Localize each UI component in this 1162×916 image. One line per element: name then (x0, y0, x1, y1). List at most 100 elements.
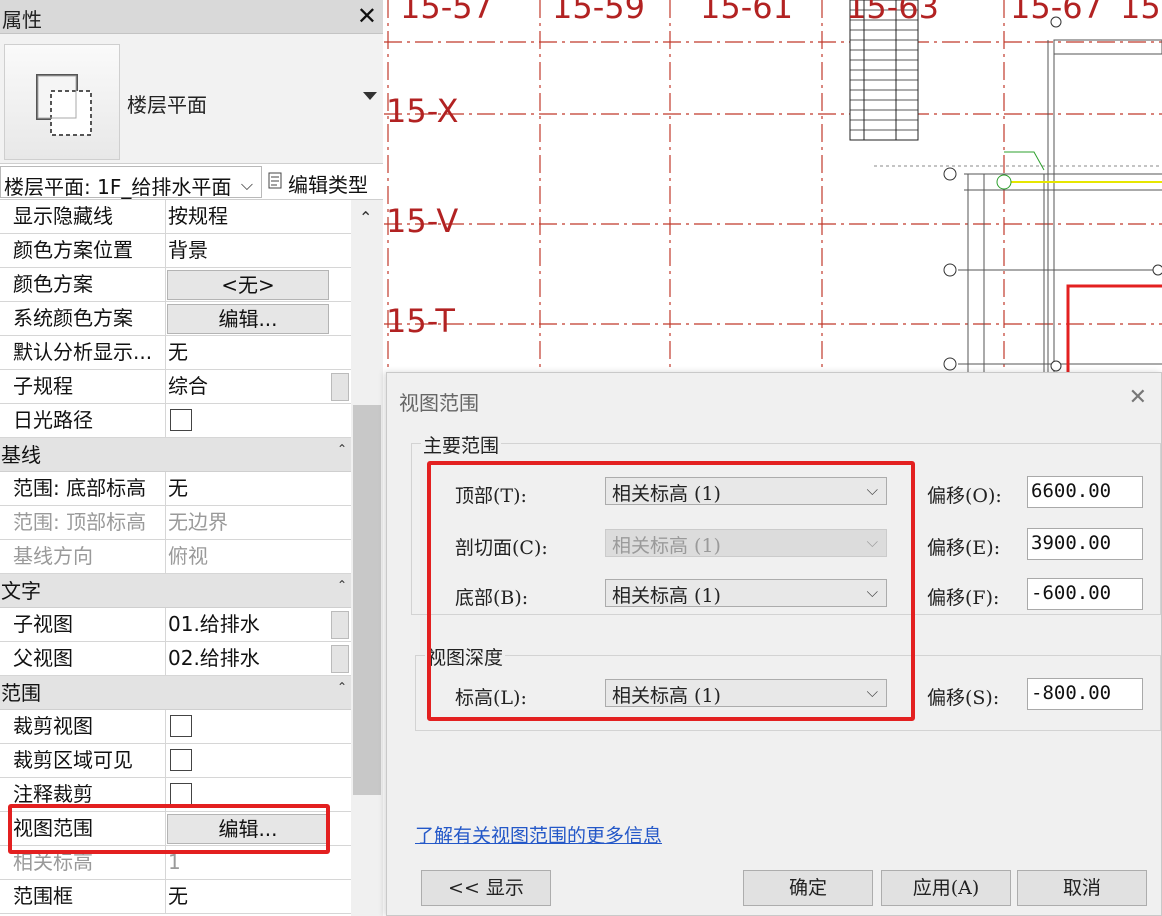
crop-region-visible-checkbox[interactable] (170, 749, 192, 771)
chevron-down-icon: ⌵ (240, 175, 253, 194)
properties-title: 属性 (2, 8, 42, 32)
sun-path-checkbox[interactable] (170, 409, 192, 431)
depth-offset-value: -800.00 (1031, 682, 1112, 704)
group-title: 范围 (1, 681, 41, 705)
prop-value[interactable]: 无 (167, 472, 330, 506)
top-offset-label: 偏移(O): (927, 485, 1002, 507)
prop-row: 范围框 无 (0, 880, 351, 914)
highlight-box (8, 804, 330, 854)
type-name: 楼层平面 (127, 93, 207, 117)
group-header-underlay[interactable]: 基线 ⌃ (0, 438, 351, 472)
prop-row: 默认分析显示... 无 (0, 336, 351, 370)
top-offset-input[interactable]: 6600.00 (1027, 476, 1143, 508)
grid-label: 15-V (386, 202, 459, 240)
prop-value: 无边界 (168, 510, 228, 534)
group-header-text[interactable]: 文字 ⌃ (0, 574, 351, 608)
prop-value[interactable]: 综合 (167, 370, 330, 404)
bottom-offset-input[interactable]: -600.00 (1027, 578, 1143, 610)
color-scheme-button[interactable]: <无> (167, 270, 329, 300)
properties-title-bar: 属性 ✕ (0, 0, 383, 34)
group-title: 文字 (1, 579, 41, 603)
prop-name: 范围: 底部标高 (0, 472, 166, 506)
top-offset-value: 6600.00 (1031, 480, 1112, 502)
grid-label: 15-61 (700, 0, 793, 26)
prop-row: 显示隐藏线 按规程 (0, 200, 351, 234)
crop-view-checkbox[interactable] (170, 715, 192, 737)
prop-row: 系统颜色方案 编辑... (0, 302, 351, 336)
cut-offset-label: 偏移(E): (927, 537, 1001, 559)
prop-value[interactable]: 背景 (167, 234, 330, 268)
prop-name: 子视图 (0, 608, 166, 642)
learn-more-link[interactable]: 了解有关视图范围的更多信息 (415, 821, 662, 848)
ok-button[interactable]: 确定 (743, 870, 873, 906)
row-scroll-tick (331, 645, 349, 673)
prop-row: 范围: 底部标高 无 (0, 472, 351, 506)
close-icon[interactable]: ✕ (1129, 385, 1147, 410)
prop-name: 范围: 顶部标高 (0, 506, 166, 540)
grid-label: 15-67 (1010, 0, 1103, 26)
properties-panel: 属性 ✕ 楼层平面 楼层平面: 1F_给排水平面 ⌵ 编辑类型 显示隐藏线 按规… (0, 0, 383, 916)
annotation-crop-checkbox[interactable] (170, 783, 192, 805)
prop-name: 子规程 (0, 370, 166, 404)
prop-name: 裁剪视图 (0, 710, 166, 744)
grid-label: 15-59 (552, 0, 645, 26)
prop-name: 基线方向 (0, 540, 166, 574)
highlight-box (427, 461, 915, 721)
collapse-icon[interactable]: ⌃ (337, 680, 347, 694)
cut-offset-value: 3900.00 (1031, 532, 1112, 554)
group-title: 基线 (1, 443, 41, 467)
grid-label: 15- (1120, 0, 1162, 26)
instance-filter-dropdown[interactable]: 楼层平面: 1F_给排水平面 ⌵ (0, 166, 262, 199)
prop-row: 裁剪视图 (0, 710, 351, 744)
row-scroll-tick (331, 373, 349, 401)
row-scroll-tick (331, 611, 349, 639)
edit-type-label: 编辑类型 (288, 173, 368, 197)
chevron-down-icon[interactable] (363, 92, 377, 100)
bottom-offset-value: -600.00 (1031, 582, 1112, 604)
prop-row: 裁剪区域可见 (0, 744, 351, 778)
prop-row: 父视图 02.给排水 (0, 642, 351, 676)
prop-value[interactable]: 无 (167, 336, 330, 370)
grid-label: 15-X (386, 92, 459, 130)
type-selector[interactable]: 楼层平面 (0, 34, 383, 164)
properties-scrollbar[interactable]: ⌃ (351, 200, 383, 916)
show-button[interactable]: << 显示 (421, 870, 551, 906)
prop-value[interactable]: 无 (167, 880, 330, 914)
grid-label: 15-63 (846, 0, 939, 26)
prop-row: 范围: 顶部标高 无边界 (0, 506, 351, 540)
prop-row: 颜色方案位置 背景 (0, 234, 351, 268)
prop-row: 颜色方案 <无> (0, 268, 351, 302)
cut-offset-input[interactable]: 3900.00 (1027, 528, 1143, 560)
depth-offset-input[interactable]: -800.00 (1027, 678, 1143, 710)
apply-button[interactable]: 应用(A) (881, 870, 1011, 906)
prop-name: 颜色方案位置 (0, 234, 166, 268)
view-range-dialog: 视图范围 ✕ 主要范围 顶部(T): 相关标高 (1) ⌵ 偏移(O): 660… (386, 372, 1162, 916)
grid-label: 15-57 (400, 0, 493, 26)
prop-value[interactable]: 01.给排水 (167, 608, 330, 642)
prop-name: 系统颜色方案 (0, 302, 166, 336)
instance-filter-value: 楼层平面: 1F_给排水平面 (4, 175, 232, 199)
prop-value[interactable]: 02.给排水 (167, 642, 330, 676)
prop-name: 默认分析显示... (0, 336, 166, 370)
prop-value[interactable]: 按规程 (167, 200, 330, 234)
prop-name: 日光路径 (0, 404, 166, 438)
system-color-scheme-button[interactable]: 编辑... (167, 304, 329, 334)
prop-name: 颜色方案 (0, 268, 166, 302)
cancel-button[interactable]: 取消 (1017, 870, 1147, 906)
prop-row: 日光路径 (0, 404, 351, 438)
prop-row: 基线方向 俯视 (0, 540, 351, 574)
scrollbar-thumb[interactable] (353, 405, 381, 795)
floor-plan-icon (4, 44, 120, 160)
prop-name: 父视图 (0, 642, 166, 676)
prop-row: 子视图 01.给排水 (0, 608, 351, 642)
scroll-up-icon[interactable]: ⌃ (359, 208, 372, 227)
instance-bar: 楼层平面: 1F_给排水平面 ⌵ 编辑类型 (0, 164, 383, 200)
close-icon[interactable]: ✕ (357, 2, 377, 30)
depth-offset-label: 偏移(S): (927, 687, 1000, 709)
collapse-icon[interactable]: ⌃ (337, 442, 347, 456)
collapse-icon[interactable]: ⌃ (337, 578, 347, 592)
bottom-offset-label: 偏移(F): (927, 587, 1000, 609)
edit-type-button[interactable]: 编辑类型 (266, 166, 382, 198)
prop-value: 俯视 (168, 544, 208, 568)
group-header-extents[interactable]: 范围 ⌃ (0, 676, 351, 710)
